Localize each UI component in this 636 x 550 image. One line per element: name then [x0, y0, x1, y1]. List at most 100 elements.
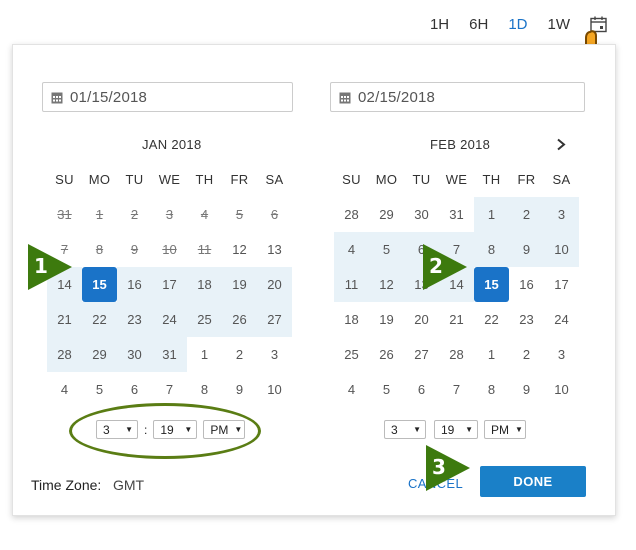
- day-cell[interactable]: 3: [257, 337, 292, 372]
- calendar-icon: [51, 92, 63, 103]
- day-cell[interactable]: 6: [404, 372, 439, 407]
- day-cell[interactable]: 24: [544, 302, 579, 337]
- day-cell[interactable]: 2: [222, 337, 257, 372]
- day-cell[interactable]: 4: [47, 372, 82, 407]
- day-cell[interactable]: 9: [509, 372, 544, 407]
- day-cell[interactable]: 29: [82, 337, 117, 372]
- day-cell: 8: [95, 242, 104, 257]
- day-cell[interactable]: 30: [117, 337, 152, 372]
- day-cell[interactable]: 25: [334, 337, 369, 372]
- weekday-header: WE: [445, 172, 468, 187]
- day-cell[interactable]: 26: [369, 337, 404, 372]
- day-cell[interactable]: 30: [404, 197, 439, 232]
- day-cell[interactable]: 17: [544, 267, 579, 302]
- weekday-header: TH: [482, 172, 501, 187]
- end-date-field[interactable]: 02/15/2018: [330, 82, 585, 112]
- day-cell[interactable]: 16: [509, 267, 544, 302]
- day-cell: 5: [235, 207, 244, 222]
- end-selected-day[interactable]: 15: [474, 267, 509, 302]
- day-cell[interactable]: 23: [509, 302, 544, 337]
- day-cell[interactable]: 24: [152, 302, 187, 337]
- day-cell[interactable]: 5: [369, 232, 404, 267]
- weekday-header: MO: [88, 172, 111, 187]
- time-zone-value: GMT: [113, 477, 145, 493]
- calendar-icon: [339, 92, 351, 103]
- day-cell: 1: [95, 207, 104, 222]
- day-cell[interactable]: 6: [117, 372, 152, 407]
- weekday-header: TH: [195, 172, 214, 187]
- day-cell[interactable]: 28: [47, 337, 82, 372]
- time-zone-label: Time Zone:: [31, 477, 102, 493]
- range-1d-button[interactable]: 1D: [498, 10, 537, 39]
- end-minute-value: 19: [441, 422, 455, 437]
- day-cell[interactable]: 20: [404, 302, 439, 337]
- weekday-header: SA: [552, 172, 571, 187]
- day-cell[interactable]: 28: [334, 197, 369, 232]
- end-time-selectors: 3 ▼ 19 ▼ PM ▼: [384, 420, 526, 439]
- day-cell[interactable]: 17: [152, 267, 187, 302]
- day-cell[interactable]: 16: [117, 267, 152, 302]
- day-cell[interactable]: 4: [334, 372, 369, 407]
- day-cell[interactable]: 8: [474, 372, 509, 407]
- day-cell[interactable]: 2: [509, 337, 544, 372]
- day-cell[interactable]: 27: [257, 302, 292, 337]
- chevron-right-icon[interactable]: [556, 138, 566, 151]
- day-cell[interactable]: 19: [369, 302, 404, 337]
- weekday-header: SU: [342, 172, 361, 187]
- day-cell[interactable]: 13: [257, 232, 292, 267]
- day-cell[interactable]: 23: [117, 302, 152, 337]
- day-cell[interactable]: 10: [544, 372, 579, 407]
- day-cell[interactable]: 7: [439, 372, 474, 407]
- end-ampm-value: PM: [491, 422, 509, 437]
- day-cell[interactable]: 9: [509, 232, 544, 267]
- step-number: 3: [432, 455, 446, 479]
- day-cell[interactable]: 21: [439, 302, 474, 337]
- step-marker-1: 1: [26, 242, 74, 292]
- day-cell[interactable]: 11: [334, 267, 369, 302]
- end-minute-select[interactable]: 19 ▼: [434, 420, 478, 439]
- day-cell[interactable]: 31: [152, 337, 187, 372]
- start-selected-day[interactable]: 15: [82, 267, 117, 302]
- day-cell[interactable]: 1: [187, 337, 222, 372]
- end-date-value: 02/15/2018: [358, 88, 436, 106]
- day-cell[interactable]: 2: [509, 197, 544, 232]
- day-cell[interactable]: 20: [257, 267, 292, 302]
- end-hour-select[interactable]: 3 ▼: [384, 420, 426, 439]
- day-cell[interactable]: 12: [222, 232, 257, 267]
- day-cell[interactable]: 19: [222, 267, 257, 302]
- day-cell[interactable]: 3: [544, 197, 579, 232]
- highlight-ellipse: [69, 403, 261, 459]
- caret-down-icon: ▼: [465, 425, 473, 434]
- day-cell[interactable]: 5: [369, 372, 404, 407]
- day-cell[interactable]: 18: [187, 267, 222, 302]
- range-6h-button[interactable]: 6H: [459, 10, 498, 39]
- step-marker-2: 2: [421, 242, 469, 292]
- day-cell[interactable]: 31: [439, 197, 474, 232]
- day-cell[interactable]: 10: [544, 232, 579, 267]
- done-button[interactable]: DONE: [480, 466, 586, 497]
- day-cell[interactable]: 8: [187, 372, 222, 407]
- day-cell[interactable]: 5: [82, 372, 117, 407]
- day-cell[interactable]: 9: [222, 372, 257, 407]
- end-ampm-select[interactable]: PM ▼: [484, 420, 526, 439]
- day-cell[interactable]: 18: [334, 302, 369, 337]
- day-cell[interactable]: 22: [82, 302, 117, 337]
- day-cell[interactable]: 22: [474, 302, 509, 337]
- day-cell: 31: [57, 207, 72, 222]
- day-cell[interactable]: 26: [222, 302, 257, 337]
- day-cell[interactable]: 12: [369, 267, 404, 302]
- start-date-field[interactable]: 01/15/2018: [42, 82, 293, 112]
- day-cell[interactable]: 25: [187, 302, 222, 337]
- day-cell[interactable]: 27: [404, 337, 439, 372]
- day-cell[interactable]: 28: [439, 337, 474, 372]
- day-cell[interactable]: 1: [474, 197, 509, 232]
- day-cell[interactable]: 1: [474, 337, 509, 372]
- day-cell[interactable]: 8: [474, 232, 509, 267]
- day-cell[interactable]: 21: [47, 302, 82, 337]
- day-cell[interactable]: 3: [544, 337, 579, 372]
- day-cell[interactable]: 10: [257, 372, 292, 407]
- range-1h-button[interactable]: 1H: [420, 10, 459, 39]
- day-cell[interactable]: 29: [369, 197, 404, 232]
- day-cell[interactable]: 4: [334, 232, 369, 267]
- day-cell[interactable]: 7: [152, 372, 187, 407]
